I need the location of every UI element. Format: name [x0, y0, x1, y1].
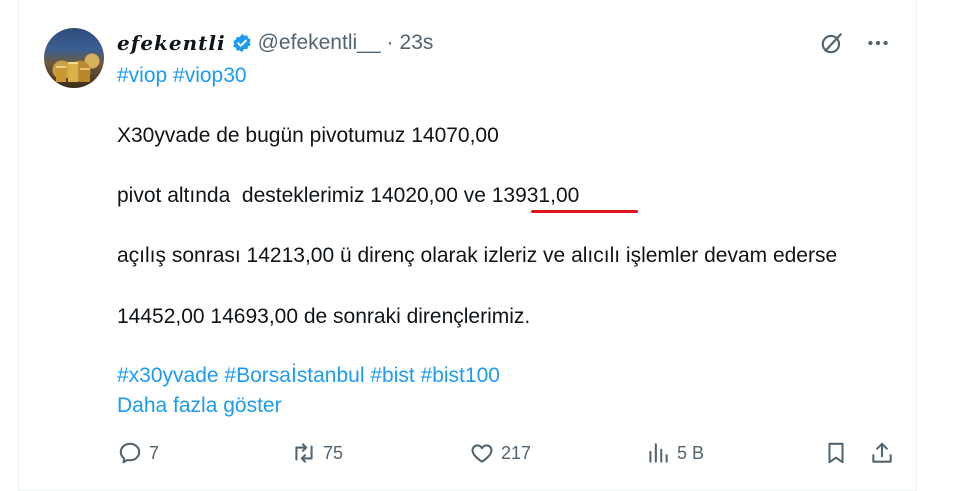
tweet-line-4: 14452,00 14693,00 de sonraki dirençlerim… — [117, 305, 531, 328]
reply-icon — [119, 442, 141, 464]
avatar[interactable] — [44, 28, 104, 88]
like-count: 217 — [501, 442, 532, 463]
share-icon — [872, 442, 892, 463]
timestamp[interactable]: 23s — [400, 31, 434, 55]
tweet-line-2: pivot altında desteklerimiz 14020,00 ve … — [117, 184, 580, 207]
bookmark-button[interactable] — [823, 440, 849, 466]
like-button[interactable]: 217 — [469, 440, 531, 466]
verified-badge-icon — [232, 33, 251, 53]
views-button[interactable]: 5 B — [645, 440, 704, 466]
bookmark-icon — [828, 442, 844, 464]
display-name[interactable]: efekentli — [117, 31, 226, 55]
tweet-line-3: açılış sonrası 14213,00 ü direnç olarak … — [117, 244, 838, 267]
separator-dot: · — [386, 31, 394, 54]
retweet-button[interactable]: 75 — [291, 440, 343, 466]
reply-count: 7 — [149, 442, 160, 463]
reply-button[interactable]: 7 — [117, 440, 159, 466]
retweet-count: 75 — [323, 442, 344, 463]
hashtags-top[interactable]: #viop #viop30 — [117, 64, 247, 88]
handle[interactable]: @efekentli__ — [258, 31, 381, 55]
hashtags-bottom[interactable]: #x30yvade #Borsaİstanbul #bist #bist100 — [117, 364, 500, 388]
tweet-line-1: X30yvade de bugün pivotumuz 14070,00 — [117, 124, 499, 147]
top-actions — [819, 30, 891, 56]
heart-icon — [471, 444, 493, 463]
grok-icon[interactable] — [819, 30, 845, 56]
red-underline-annotation — [531, 210, 638, 213]
action-bar: 7 75 217 5 B — [117, 440, 897, 470]
tweet-header: efekentli @efekentli__ · 23s — [117, 30, 433, 56]
show-more-link[interactable]: Daha fazla göster — [117, 394, 282, 418]
share-button[interactable] — [869, 440, 895, 466]
views-icon — [649, 443, 668, 463]
views-count: 5 B — [677, 442, 705, 463]
coins-icon — [56, 62, 90, 82]
retweet-icon — [295, 443, 313, 463]
more-icon[interactable] — [865, 30, 891, 56]
